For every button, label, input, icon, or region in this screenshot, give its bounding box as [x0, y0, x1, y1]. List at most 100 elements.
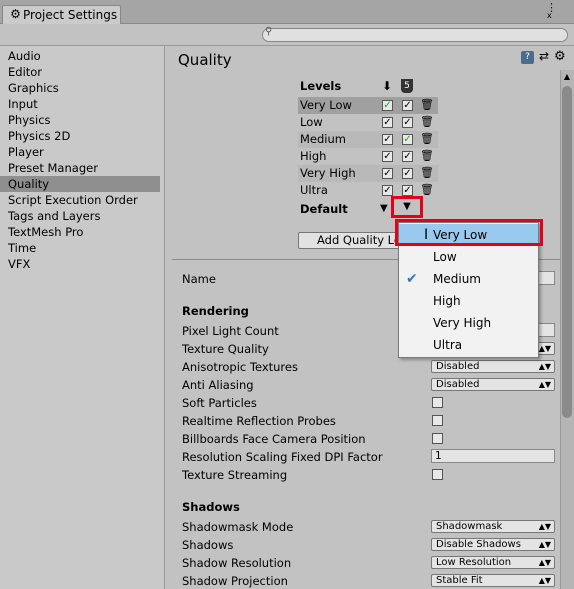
help-icon[interactable]: ?	[521, 51, 534, 64]
popup-option-ultra[interactable]: Ultra	[399, 334, 538, 356]
webgl-checkbox[interactable]: ✓	[402, 134, 413, 145]
sidebar-item-vfx[interactable]: VFX	[0, 256, 160, 272]
add-quality-level-button[interactable]: Add Quality Level	[298, 232, 410, 249]
default-label: Default	[300, 202, 348, 216]
trash-icon[interactable]: 🗑	[420, 116, 434, 128]
popup-option-low[interactable]: Low	[399, 246, 538, 268]
quality-level-name: Very Low	[300, 98, 352, 112]
standalone-checkbox[interactable]: ✓	[382, 185, 393, 196]
webgl-checkbox[interactable]: ✓	[402, 117, 413, 128]
rendering-section-title: Rendering	[182, 304, 249, 318]
quality-level-name: Ultra	[300, 183, 328, 197]
download-icon: ⬇	[382, 79, 393, 93]
dropdown-value: Low Resolution	[436, 557, 512, 568]
quality-level-row[interactable]: Low ✓ ✓ 🗑	[298, 114, 438, 131]
quality-level-row[interactable]: Very Low ✓ ✓ 🗑	[298, 97, 438, 114]
anti-aliasing-dropdown[interactable]: Disabled ▲▼	[431, 378, 555, 391]
search-input[interactable]	[262, 28, 568, 42]
scroll-up-icon[interactable]: ▲	[561, 72, 573, 81]
webgl-checkbox[interactable]: ✓	[402, 100, 413, 111]
shadows-section-title: Shadows	[182, 500, 240, 514]
project-settings-tab[interactable]: ⚙ Project Settings	[2, 5, 121, 24]
popup-option-high[interactable]: High	[399, 290, 538, 312]
scrollbar-thumb[interactable]	[562, 86, 572, 418]
preset-icon[interactable]: ⇄	[539, 49, 549, 63]
shadow-resolution-dropdown[interactable]: Low Resolution ▲▼	[431, 556, 555, 569]
default-dropdown-arrow-icon[interactable]: ▼	[380, 203, 388, 214]
sidebar-item-script-execution-order[interactable]: Script Execution Order	[0, 192, 160, 208]
sidebar-item-time[interactable]: Time	[0, 240, 160, 256]
trash-icon[interactable]: 🗑	[420, 150, 434, 162]
webgl-checkbox[interactable]: ✓	[402, 151, 413, 162]
texture-streaming-checkbox[interactable]	[432, 469, 443, 480]
trash-icon[interactable]: 🗑	[420, 133, 434, 145]
shadow-resolution-label: Shadow Resolution	[182, 556, 292, 570]
billboards-face-camera-label: Billboards Face Camera Position	[182, 432, 366, 446]
quality-level-name: Low	[300, 115, 323, 129]
name-label: Name	[182, 272, 216, 286]
annotation-highlight-box	[395, 219, 543, 246]
shadowmask-mode-dropdown[interactable]: Shadowmask ▲▼	[431, 520, 555, 533]
realtime-reflection-probes-checkbox[interactable]	[432, 415, 443, 426]
levels-header: Levels	[300, 79, 342, 93]
sidebar-item-player[interactable]: Player	[0, 144, 160, 160]
popup-option-medium[interactable]: Medium	[399, 268, 538, 290]
dropdown-value: Disable Shadows	[436, 539, 521, 550]
close-icon[interactable]: x	[547, 11, 552, 20]
sidebar: Audio Editor Graphics Input Physics Phys…	[0, 46, 165, 589]
trash-icon[interactable]: 🗑	[420, 184, 434, 196]
tab-title: Project Settings	[23, 8, 118, 22]
billboards-face-camera-checkbox[interactable]	[432, 433, 443, 444]
standalone-checkbox[interactable]: ✓	[382, 168, 393, 179]
page-title: Quality	[178, 51, 232, 69]
trash-icon[interactable]: 🗑	[420, 167, 434, 179]
title-bar: ⚙ Project Settings ⋮ x	[0, 0, 574, 24]
quality-level-name: Very High	[300, 166, 356, 180]
resolution-scaling-field[interactable]: 1	[431, 449, 555, 463]
search-icon: ⚲	[265, 26, 273, 37]
trash-icon[interactable]: 🗑	[420, 99, 434, 111]
anti-aliasing-label: Anti Aliasing	[182, 378, 254, 392]
anisotropic-textures-dropdown[interactable]: Disabled ▲▼	[431, 360, 555, 373]
standalone-checkbox[interactable]: ✓	[382, 117, 393, 128]
sidebar-item-physics-2d[interactable]: Physics 2D	[0, 128, 160, 144]
sidebar-item-tags-and-layers[interactable]: Tags and Layers	[0, 208, 160, 224]
resolution-scaling-label: Resolution Scaling Fixed DPI Factor	[182, 450, 383, 464]
popup-option-very-high[interactable]: Very High	[399, 312, 538, 334]
anisotropic-textures-label: Anisotropic Textures	[182, 360, 298, 374]
shadows-dropdown[interactable]: Disable Shadows ▲▼	[431, 538, 555, 551]
texture-streaming-label: Texture Streaming	[182, 468, 288, 482]
standalone-checkbox[interactable]: ✓	[382, 100, 393, 111]
texture-quality-label: Texture Quality	[182, 342, 269, 356]
quality-level-name: Medium	[300, 132, 346, 146]
dropdown-arrow-icon: ▲▼	[538, 558, 551, 567]
soft-particles-checkbox[interactable]	[432, 397, 443, 408]
shadow-projection-dropdown[interactable]: Stable Fit ▲▼	[431, 574, 555, 587]
sidebar-item-input[interactable]: Input	[0, 96, 160, 112]
standalone-checkbox[interactable]: ✓	[382, 151, 393, 162]
default-dropdown-arrow-icon[interactable]: ▼	[391, 196, 423, 218]
dropdown-value: Disabled	[436, 361, 480, 372]
sidebar-item-editor[interactable]: Editor	[0, 64, 160, 80]
dropdown-arrow-icon: ▲▼	[538, 362, 551, 371]
sidebar-item-preset-manager[interactable]: Preset Manager	[0, 160, 160, 176]
sidebar-item-graphics[interactable]: Graphics	[0, 80, 160, 96]
checkmark-icon: ✔	[406, 271, 418, 287]
realtime-reflection-probes-label: Realtime Reflection Probes	[182, 414, 336, 428]
webgl-checkbox[interactable]: ✓	[402, 168, 413, 179]
quality-level-row[interactable]: High ✓ ✓ 🗑	[298, 148, 438, 165]
sidebar-item-quality[interactable]: Quality	[0, 176, 160, 192]
quality-level-row[interactable]: Medium ✓ ✓ 🗑	[298, 131, 438, 148]
dropdown-value: Disabled	[436, 379, 480, 390]
shadowmask-mode-label: Shadowmask Mode	[182, 520, 294, 534]
sidebar-item-audio[interactable]: Audio	[0, 48, 160, 64]
sidebar-item-textmesh-pro[interactable]: TextMesh Pro	[0, 224, 160, 240]
text-cursor-icon: I	[424, 227, 429, 243]
quality-level-row[interactable]: Very High ✓ ✓ 🗑	[298, 165, 438, 182]
gear-icon: ⚙	[10, 7, 21, 21]
standalone-checkbox[interactable]: ✓	[382, 134, 393, 145]
sidebar-item-physics[interactable]: Physics	[0, 112, 160, 128]
settings-gear-icon[interactable]: ⚙	[554, 49, 566, 64]
dropdown-arrow-icon: ▲▼	[538, 522, 551, 531]
webgl-checkbox[interactable]: ✓	[402, 185, 413, 196]
